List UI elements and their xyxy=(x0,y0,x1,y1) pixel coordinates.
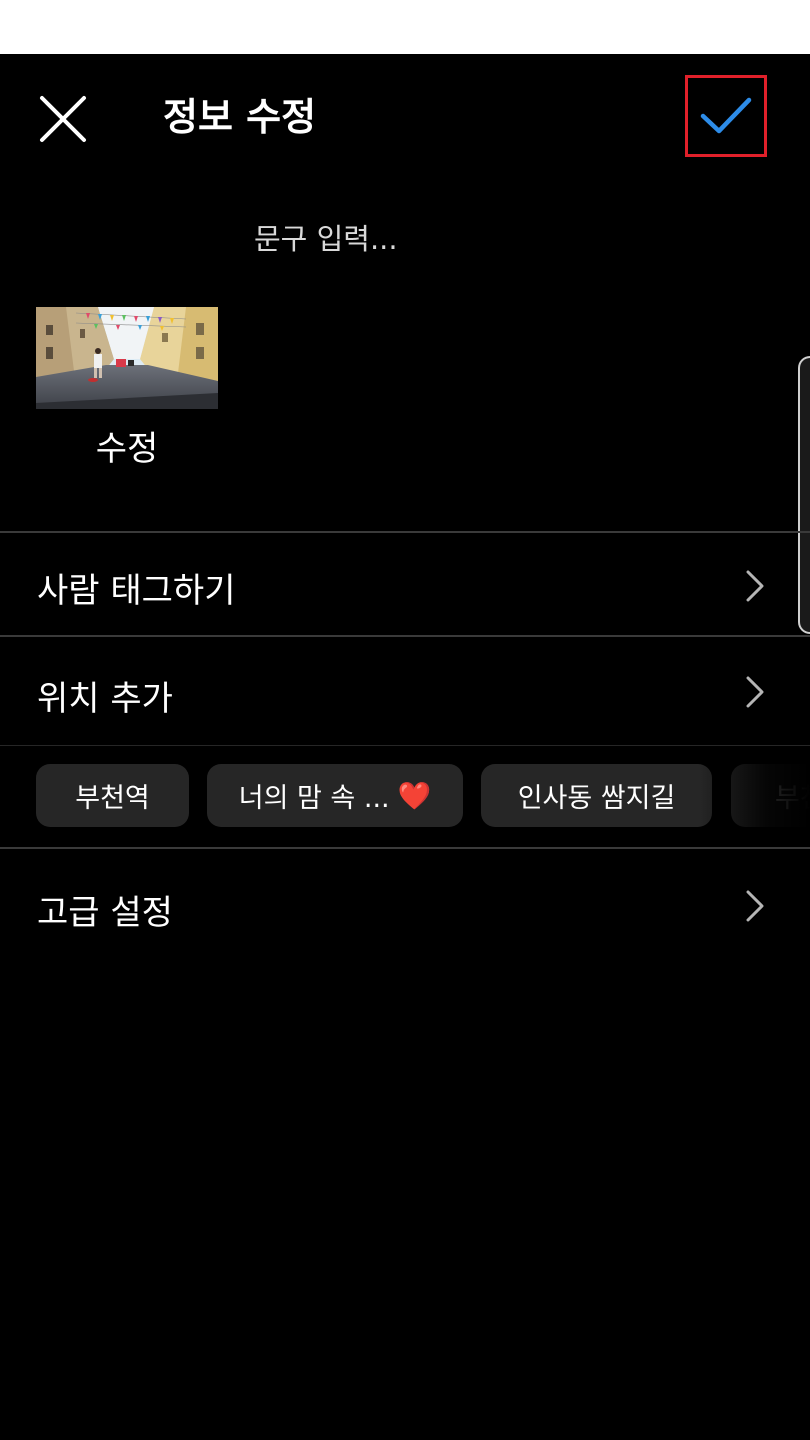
advanced-settings-row[interactable]: 고급 설정 xyxy=(0,849,810,961)
edit-media-button[interactable]: 수정 xyxy=(36,425,218,473)
close-button[interactable] xyxy=(30,86,96,152)
confirm-button[interactable] xyxy=(685,75,767,157)
advanced-settings-label: 고급 설정 xyxy=(37,893,173,933)
chevron-right-icon xyxy=(746,890,764,922)
add-location-label: 위치 추가 xyxy=(37,679,173,719)
tag-people-label: 사람 태그하기 xyxy=(37,571,236,611)
status-bar xyxy=(0,0,810,54)
page-title: 정보 수정 xyxy=(163,95,317,139)
location-chip[interactable]: 너의 맘 속 ... ❤️ xyxy=(207,764,463,827)
chevron-right-icon xyxy=(746,570,764,602)
location-chip[interactable]: 부천 xyxy=(731,764,810,827)
tag-people-row[interactable]: 사람 태그하기 xyxy=(0,533,810,635)
header: 정보 수정 xyxy=(0,54,810,180)
location-suggestions[interactable]: 부천역 너의 맘 속 ... ❤️ 인사동 쌈지길 부천 xyxy=(0,746,810,846)
chevron-right-icon xyxy=(746,676,764,708)
location-chip[interactable]: 인사동 쌈지길 xyxy=(481,764,712,827)
media-thumbnail[interactable] xyxy=(36,307,218,409)
street-photo-image xyxy=(36,307,218,409)
heart-emoji-icon: ❤️ xyxy=(397,780,432,812)
checkmark-icon xyxy=(700,97,752,134)
location-chip[interactable]: 부천역 xyxy=(36,764,189,827)
add-location-row[interactable]: 위치 추가 xyxy=(0,637,810,745)
close-icon xyxy=(40,96,86,142)
caption-input[interactable] xyxy=(254,214,754,264)
